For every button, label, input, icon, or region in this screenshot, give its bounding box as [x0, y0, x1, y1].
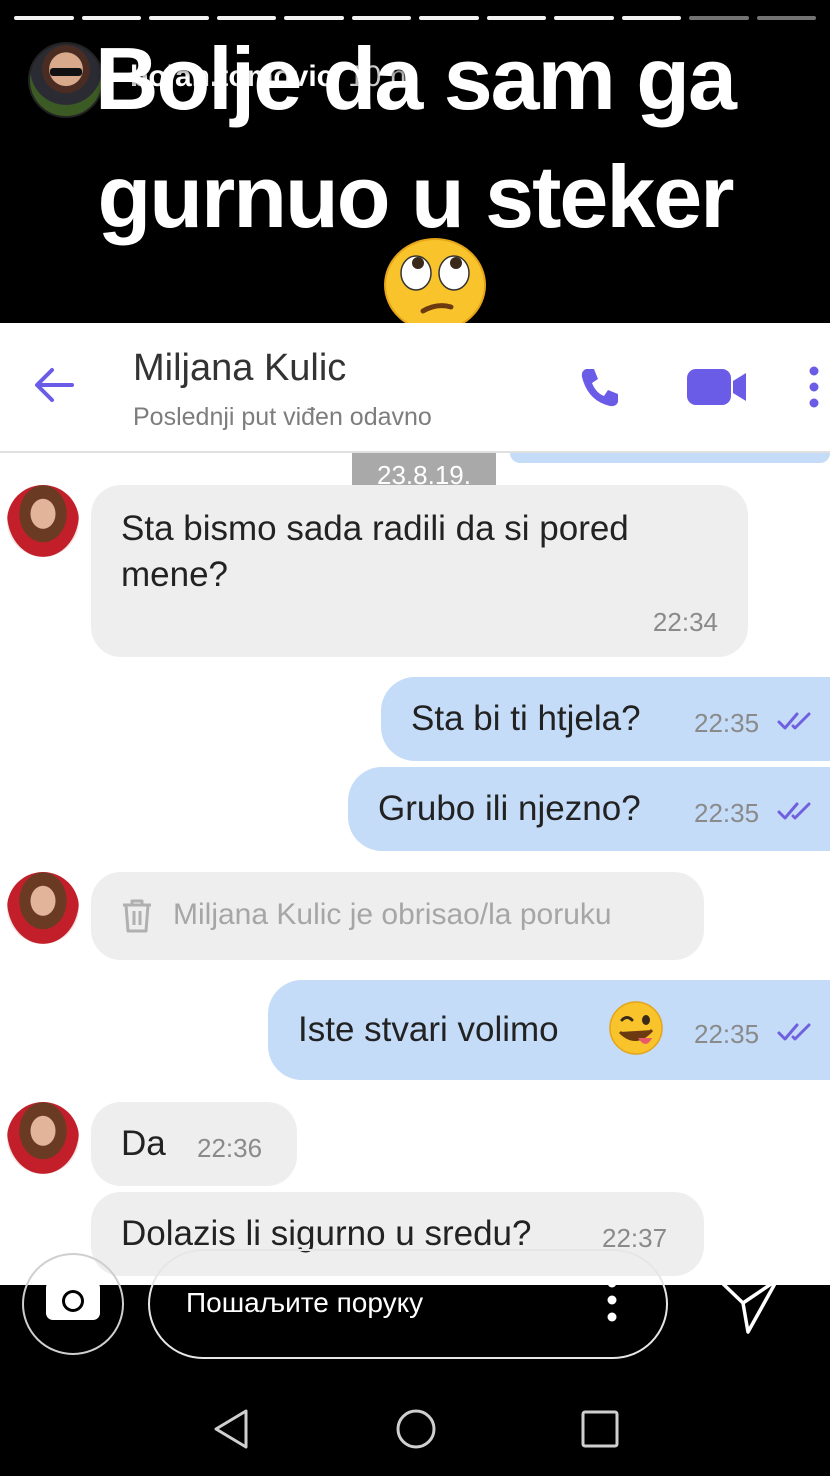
deleted-message-bubble[interactable]: Miljana Kulic je obrisao/la poruku [91, 872, 704, 960]
message-text: Sta bi ti htjela? [411, 699, 641, 738]
message-text: Grubo ili njezno? [378, 789, 641, 828]
more-vertical-icon[interactable] [606, 1277, 618, 1323]
nav-recent-icon[interactable] [580, 1409, 620, 1449]
message-text: Dolazis li sigurno u sredu? [121, 1214, 532, 1253]
message-time: 22:35 [694, 708, 760, 738]
deleted-message-text: Miljana Kulic je obrisao/la poruku [173, 898, 612, 931]
double-check-icon [777, 802, 811, 820]
contact-avatar[interactable] [7, 1102, 79, 1174]
message-time: 22:34 [652, 607, 718, 637]
more-vertical-icon[interactable] [806, 365, 822, 409]
incoming-message-bubble[interactable]: Sta bismo sada radili da si pored mene? … [91, 485, 748, 657]
outgoing-message-bubble[interactable]: Sta bi ti htjela? 22:35 [381, 677, 830, 761]
message-time: 22:35 [694, 798, 760, 828]
message-text: Da [121, 1124, 166, 1163]
trash-icon [123, 899, 151, 933]
message-time: 22:36 [197, 1133, 263, 1163]
caption-line: Bolje da sam ga [94, 29, 737, 128]
reply-placeholder: Пошаљите поруку [186, 1287, 424, 1318]
story-reply-area: Пошаљите поруку [0, 1249, 830, 1476]
camera-icon[interactable] [45, 1273, 101, 1321]
chat-screenshot: Miljana Kulic Poslednji put viđen odavno… [0, 323, 830, 1285]
video-camera-icon[interactable] [686, 367, 748, 407]
outgoing-message-bubble[interactable]: Grubo ili njezno? 22:35 [348, 767, 830, 851]
partial-outgoing-bubble [510, 453, 830, 463]
rolling-eyes-emoji-icon [384, 238, 486, 332]
nav-home-icon[interactable] [394, 1407, 438, 1451]
last-seen-status: Poslednji put viđen odavno [133, 403, 432, 431]
message-text: Sta bismo sada radili da si pored [121, 509, 629, 548]
send-icon[interactable] [716, 1277, 780, 1335]
message-text: Iste stvari volimo [298, 1010, 559, 1049]
reply-input[interactable]: Пошаљите поруку [148, 1249, 668, 1359]
contact-avatar[interactable] [7, 485, 79, 557]
phone-icon[interactable] [578, 365, 622, 409]
contact-name[interactable]: Miljana Kulic [133, 347, 346, 390]
incoming-message-bubble[interactable]: Da 22:36 [91, 1102, 297, 1186]
nav-back-icon[interactable] [208, 1405, 256, 1453]
message-list: 23.8.19. Sta bismo sada radili da si por… [0, 453, 830, 1285]
story-caption: Bolje da sam ga gurnuo u steker [0, 20, 830, 256]
double-check-icon [777, 712, 811, 730]
winking-tongue-emoji-icon [609, 1001, 663, 1055]
outgoing-message-bubble[interactable]: Iste stvari volimo 22:35 [268, 980, 830, 1080]
message-text: mene? [121, 555, 229, 594]
contact-avatar[interactable] [7, 872, 79, 944]
back-arrow-icon[interactable] [32, 363, 76, 407]
chat-header: Miljana Kulic Poslednji put viđen odavno [0, 323, 830, 453]
double-check-icon [777, 1023, 811, 1041]
message-time: 22:35 [694, 1019, 760, 1049]
